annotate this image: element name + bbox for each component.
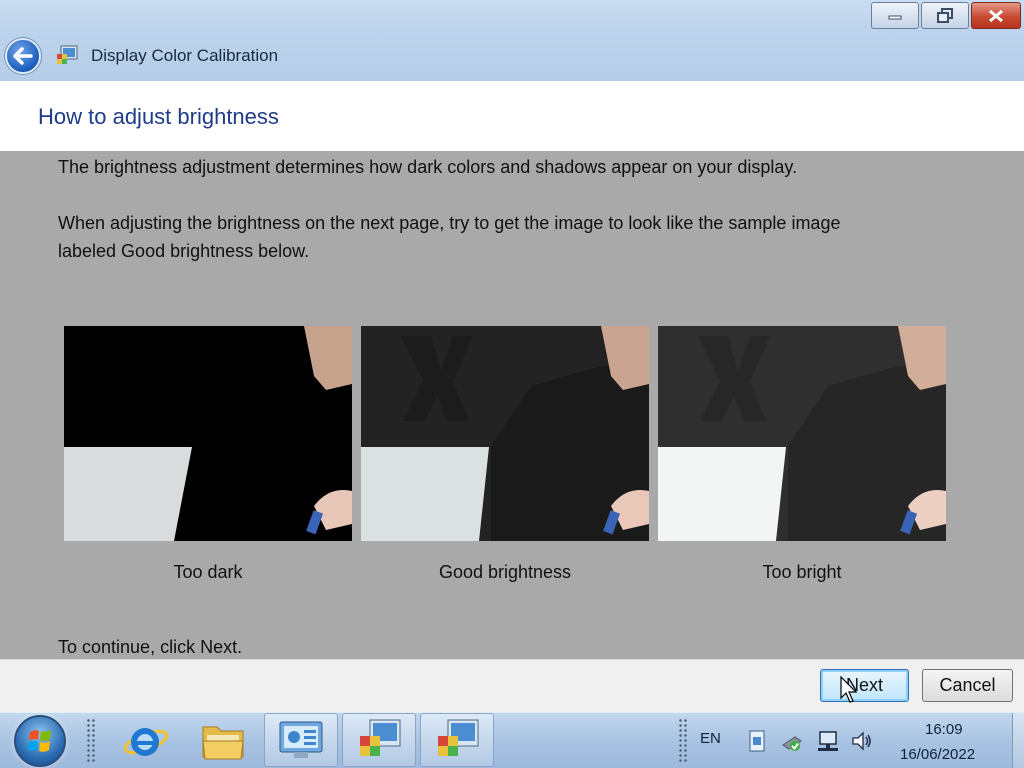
- instruction-text-line1: When adjusting the brightness on the nex…: [58, 213, 841, 233]
- window-title: Display Color Calibration: [91, 46, 279, 65]
- caption-too-dark: Too dark: [173, 562, 243, 582]
- tray-grip: [678, 718, 688, 762]
- action-center-icon[interactable]: [745, 729, 769, 753]
- caption-good-brightness: Good brightness: [438, 562, 572, 582]
- minimize-button[interactable]: [871, 2, 919, 29]
- sample-image-too-dark: [64, 326, 352, 541]
- control-panel-icon: [279, 721, 323, 758]
- taskbar-grip: [86, 718, 96, 762]
- minimize-icon: [888, 15, 902, 19]
- language-indicator[interactable]: EN: [700, 730, 721, 747]
- caption-too-bright: Too bright: [762, 562, 842, 582]
- mouse-cursor-icon: [840, 676, 858, 703]
- control-panel-taskbar-button[interactable]: [264, 713, 338, 767]
- internet-explorer-icon: [123, 728, 169, 756]
- restore-button[interactable]: [921, 2, 969, 29]
- show-desktop-button[interactable]: [1012, 713, 1024, 768]
- windows-explorer-taskbar-button[interactable]: [186, 713, 260, 767]
- windows-logo-icon: [28, 730, 51, 752]
- cancel-button[interactable]: Cancel: [922, 669, 1013, 702]
- safely-remove-hardware-icon[interactable]: [781, 729, 805, 753]
- instruction-text-line2: labeled Good brightness below.: [58, 241, 310, 261]
- color-calibration-icon: [57, 45, 78, 64]
- next-button[interactable]: Next: [820, 669, 909, 702]
- color-calibration-icon: [438, 719, 479, 756]
- page-title: How to adjust brightness: [38, 104, 279, 129]
- network-icon[interactable]: [816, 729, 840, 753]
- internet-explorer-taskbar-button[interactable]: [108, 713, 182, 767]
- window-controls: [871, 2, 1021, 29]
- volume-icon[interactable]: [850, 729, 874, 753]
- color-calibration-icon: [360, 719, 401, 756]
- clock-date[interactable]: 16/06/2022: [900, 746, 975, 763]
- color-calibration-taskbar-button-1[interactable]: [342, 713, 416, 767]
- back-arrow-icon: [13, 47, 33, 65]
- windows-explorer-icon: [202, 726, 244, 760]
- sample-image-good-brightness: [361, 326, 649, 541]
- continue-text: To continue, click Next.: [58, 637, 243, 657]
- back-button[interactable]: [5, 38, 41, 74]
- restore-icon: [937, 7, 953, 23]
- sample-image-too-bright: [658, 326, 946, 541]
- close-icon: [989, 9, 1003, 22]
- start-button[interactable]: [14, 715, 66, 767]
- description-text: The brightness adjustment determines how…: [58, 157, 798, 177]
- color-calibration-taskbar-button-2[interactable]: [420, 713, 494, 767]
- clock-time[interactable]: 16:09: [925, 721, 963, 738]
- close-button[interactable]: [971, 2, 1021, 29]
